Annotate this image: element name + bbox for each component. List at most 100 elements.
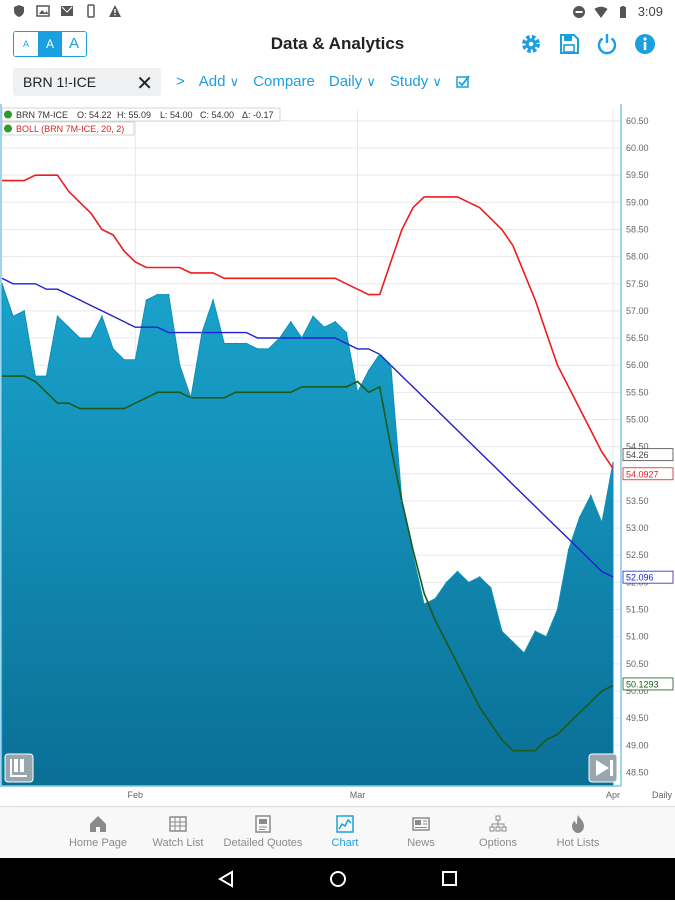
nav-home[interactable]: Home Page [58, 813, 138, 849]
legend-chg: Δ: -0.17 [242, 110, 274, 120]
price-point [234, 342, 237, 345]
price-point [245, 342, 248, 345]
legend-o: O: 54.22 [77, 110, 112, 120]
price-point [278, 337, 281, 339]
nav-news-label: News [407, 837, 435, 849]
save-icon[interactable] [557, 32, 581, 56]
symbol-input[interactable]: BRN 1!-ICE ✕ [13, 68, 161, 96]
price-point [390, 364, 392, 366]
legend-l: L: 54.00 [160, 110, 193, 120]
clock: 3:09 [637, 4, 663, 19]
nav-hot-lists[interactable]: Hot Lists [538, 813, 618, 849]
gear-icon[interactable] [519, 32, 543, 56]
toolbar-menu: > Add ∨ Compare Daily ∨ Study ∨ [176, 73, 470, 93]
y-tick-label: 51.00 [626, 632, 649, 642]
document-icon [255, 815, 271, 833]
grid-icon [169, 816, 187, 832]
info-icon[interactable] [633, 32, 657, 56]
price-point [312, 315, 314, 318]
chevron-down-icon: ∨ [229, 74, 240, 89]
price-point [601, 521, 603, 524]
notification-icons [12, 4, 122, 18]
price-point [45, 375, 48, 377]
y-tick-label: 60.50 [626, 116, 649, 126]
study-menu[interactable]: Study ∨ [390, 73, 442, 93]
price-point [12, 315, 14, 318]
add-menu[interactable]: Add ∨ [199, 73, 239, 93]
price-point [34, 375, 37, 377]
price-point [423, 603, 425, 605]
price-point [112, 348, 114, 350]
price-point [512, 641, 514, 643]
bottom-navigation: Home Page Watch List Detailed Quotes Cha… [0, 806, 675, 858]
price-point [490, 587, 492, 589]
legend-toggle-icon[interactable] [4, 124, 12, 133]
back-icon[interactable] [218, 870, 233, 888]
price-point [478, 576, 481, 578]
price-point [101, 315, 103, 318]
price-point [612, 462, 614, 464]
price-point [445, 581, 448, 584]
chart-area[interactable]: 60.50 60.00 59.50 59.00 58.50 58.00 57.50 57.00… [0, 104, 675, 806]
flame-icon [572, 815, 584, 833]
price-point [567, 549, 570, 551]
next-button[interactable]: > [176, 73, 185, 93]
price-point [67, 326, 70, 328]
interval-menu[interactable]: Daily ∨ [329, 73, 376, 93]
price-point [223, 342, 225, 345]
price-point [334, 320, 337, 323]
play-forward-button[interactable] [588, 753, 618, 783]
price-point [90, 337, 92, 339]
y-tick-label: 58.50 [626, 224, 649, 234]
power-icon[interactable] [595, 32, 619, 56]
home-icon [90, 816, 106, 832]
symbol-value: BRN 1!-ICE [23, 74, 97, 90]
chevron-down-icon: ∨ [432, 74, 442, 89]
chart-menu-button[interactable] [4, 753, 34, 783]
chevron-down-icon: ∨ [366, 74, 376, 89]
price-point [256, 348, 259, 350]
price-point [401, 500, 403, 502]
price-point [190, 396, 192, 399]
recents-icon[interactable] [442, 871, 457, 886]
nav-chart[interactable]: Chart [305, 813, 385, 849]
price-point [556, 608, 559, 611]
nav-options[interactable]: Options [458, 813, 538, 849]
compare-button[interactable]: Compare [253, 73, 315, 93]
price-point [167, 293, 170, 296]
tree-icon [489, 815, 507, 832]
legend-toggle-icon[interactable] [4, 110, 12, 119]
price-point [301, 337, 303, 339]
price-point [467, 581, 470, 584]
x-tick-label: Mar [350, 790, 366, 800]
nav-detailed-quotes[interactable]: Detailed Quotes [223, 813, 303, 849]
nav-watch-list[interactable]: Watch List [138, 813, 218, 849]
nav-news[interactable]: News [381, 813, 461, 849]
price-point [534, 630, 537, 633]
y-tick-label: 57.00 [626, 306, 649, 316]
price-point [267, 348, 270, 350]
interval-label: Daily [328, 73, 363, 90]
checkbox-icon[interactable] [456, 73, 470, 93]
clear-icon[interactable]: ✕ [136, 71, 153, 96]
legend-h: H: 55.09 [117, 110, 151, 120]
home-button-icon[interactable] [330, 871, 346, 887]
nav-chart-label: Chart [331, 837, 359, 849]
interval-tag: Daily [652, 790, 673, 800]
price-tag-last: 54.26 [626, 450, 649, 460]
y-tick-label: 55.50 [626, 387, 649, 397]
price-point [156, 293, 159, 296]
price-point [589, 494, 592, 497]
price-chart[interactable]: 60.50 60.00 59.50 59.00 58.50 58.00 57.50 57.00… [0, 104, 675, 806]
chart-toolbar: BRN 1!-ICE ✕ > Add ∨ Compare Daily ∨ Stu… [0, 66, 675, 102]
price-point [578, 516, 581, 519]
y-tick-label: 53.00 [626, 523, 649, 533]
wifi-icon [594, 6, 608, 18]
price-point [345, 331, 348, 334]
y-tick-label: 52.50 [626, 550, 649, 560]
app-bar: A A A Data & Analytics [0, 24, 675, 66]
price-point [23, 310, 26, 312]
dnd-icon [572, 5, 585, 18]
y-tick-label: 58.00 [626, 252, 649, 262]
add-label: Add [198, 73, 226, 90]
